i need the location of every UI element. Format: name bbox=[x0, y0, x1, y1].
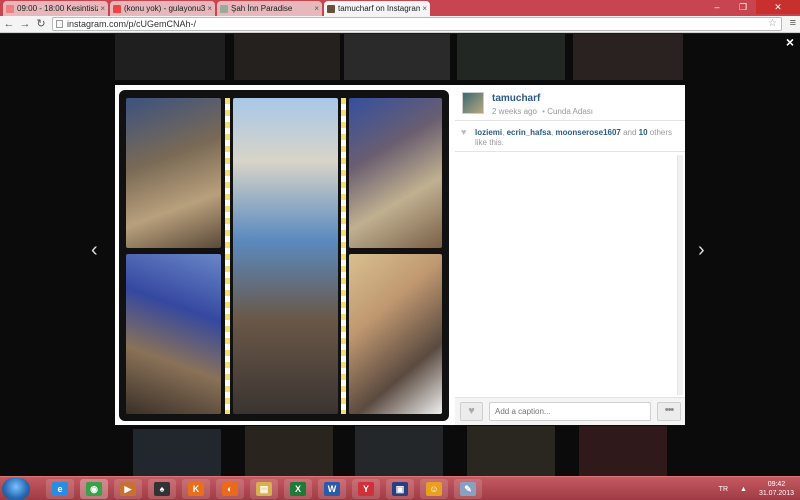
tab-favicon bbox=[6, 4, 14, 13]
paint-icon: ✎ bbox=[460, 482, 476, 496]
minimize-button[interactable]: – bbox=[704, 0, 730, 14]
back-button[interactable]: ← bbox=[2, 17, 16, 31]
firefox-icon: ◐ bbox=[222, 482, 238, 496]
next-arrow-icon[interactable]: › bbox=[698, 239, 705, 262]
taskbar-app-word[interactable]: W bbox=[318, 479, 346, 499]
tab-close-icon[interactable]: × bbox=[207, 4, 212, 13]
heart-icon: ♥ bbox=[461, 127, 467, 137]
more-options-button[interactable]: ••• bbox=[657, 402, 681, 421]
folder-icon: ▤ bbox=[256, 482, 272, 496]
reload-button[interactable]: ↻ bbox=[34, 17, 48, 31]
collage-panel bbox=[126, 254, 221, 414]
taskbar-app-ulead[interactable]: ▣ bbox=[386, 479, 414, 499]
tab-label: 09:00 - 18:00 Kesintisiz Mi... bbox=[17, 4, 99, 13]
clock-date: 31.07.2013 bbox=[758, 490, 794, 497]
likes-others-count[interactable]: 10 bbox=[639, 128, 648, 137]
windows-taskbar: e ◉ ▶ ♠ K ◐ ▤ X W Y ▣ ☺ ✎ TR ▲ 09:42 31.… bbox=[0, 476, 800, 500]
username-link[interactable]: tamucharf bbox=[492, 93, 540, 104]
excel-icon: X bbox=[290, 482, 306, 496]
close-icon[interactable]: × bbox=[786, 34, 794, 50]
comments-area bbox=[455, 152, 685, 397]
word-icon: W bbox=[324, 482, 340, 496]
tab-label: tamucharf on Instagram bbox=[338, 4, 421, 13]
prev-arrow-icon[interactable]: ‹ bbox=[91, 239, 98, 262]
maximize-button[interactable]: ❐ bbox=[730, 0, 756, 14]
like-button[interactable]: ♥ bbox=[460, 402, 483, 421]
clock[interactable]: 09:42 31.07.2013 bbox=[759, 480, 794, 498]
taskbar-app-media[interactable]: ▶ bbox=[114, 479, 142, 499]
post-location[interactable]: Cunda Adası bbox=[547, 107, 593, 116]
collage-panel bbox=[126, 98, 221, 248]
tab-label: Şah İnn Paradise bbox=[231, 4, 293, 13]
post-time[interactable]: 2 weeks ago bbox=[492, 107, 537, 116]
liker-link[interactable]: ecrin_hafsa bbox=[507, 128, 551, 137]
post-sidebar: tamucharf 2 weeks ago • Cunda Adası ♥ lo… bbox=[455, 85, 685, 425]
taskbar-app-firefox[interactable]: ◐ bbox=[216, 479, 244, 499]
post-actions: ♥ ••• bbox=[455, 397, 685, 425]
page-icon bbox=[56, 20, 63, 28]
tab-close-icon[interactable]: × bbox=[314, 4, 319, 13]
start-button[interactable] bbox=[2, 478, 30, 500]
k-app-icon: K bbox=[188, 482, 204, 496]
taskbar-app-excel[interactable]: X bbox=[284, 479, 312, 499]
system-tray: TR ▲ 09:42 31.07.2013 bbox=[719, 479, 794, 499]
tab-1[interactable]: (konu yok) - gulayonu30... × bbox=[110, 1, 215, 16]
photo-editor-icon: ▣ bbox=[392, 482, 408, 496]
chrome-menu-button[interactable]: ≡ bbox=[790, 17, 796, 29]
chrome-icon: ◉ bbox=[86, 482, 102, 496]
post-header: tamucharf 2 weeks ago • Cunda Adası bbox=[455, 85, 685, 121]
tab-strip: 09:00 - 18:00 Kesintisiz Mi... × (konu y… bbox=[0, 0, 800, 16]
browser-toolbar: ← → ↻ instagram.com/p/cUGemCNAh-/ ☆ ≡ bbox=[0, 16, 800, 33]
comments-scrollbar[interactable] bbox=[677, 155, 683, 395]
caption-input[interactable] bbox=[489, 402, 651, 421]
yandex-icon: Y bbox=[358, 482, 374, 496]
post-meta: 2 weeks ago • Cunda Adası bbox=[492, 107, 593, 116]
gmail-icon bbox=[113, 4, 121, 13]
likes-summary: ♥ loziemi, ecrin_hafsa, moonserose1607 a… bbox=[455, 122, 685, 152]
tab-close-icon[interactable]: × bbox=[100, 4, 105, 13]
collage-divider bbox=[341, 98, 346, 414]
tab-label: (konu yok) - gulayonu30... bbox=[124, 4, 206, 13]
liker-link[interactable]: loziemi bbox=[475, 128, 502, 137]
avatar[interactable] bbox=[462, 92, 484, 114]
tray-expand-icon[interactable]: ▲ bbox=[740, 486, 747, 493]
taskbar-app-yandex[interactable]: Y bbox=[352, 479, 380, 499]
location-pin-icon: • bbox=[542, 107, 545, 116]
collage-divider bbox=[225, 98, 230, 414]
taskbar-app-k[interactable]: K bbox=[182, 479, 210, 499]
liker-link[interactable]: moonserose1607 bbox=[556, 128, 621, 137]
taskbar-app-chrome[interactable]: ◉ bbox=[80, 479, 108, 499]
url-text: instagram.com/p/cUGemCNAh-/ bbox=[67, 19, 197, 29]
likes-and-text: and bbox=[620, 128, 639, 137]
close-window-button[interactable]: ✕ bbox=[756, 0, 800, 14]
taskbar-app-messenger[interactable]: ☺ bbox=[420, 479, 448, 499]
messenger-icon: ☺ bbox=[426, 482, 442, 496]
game-icon: ♠ bbox=[154, 482, 170, 496]
tab-3-active[interactable]: tamucharf on Instagram × bbox=[324, 1, 430, 16]
taskbar-app-ie[interactable]: e bbox=[46, 479, 74, 499]
tab-favicon bbox=[220, 4, 228, 13]
bookmark-star-icon[interactable]: ☆ bbox=[768, 18, 777, 30]
taskbar-app-explorer[interactable]: ▤ bbox=[250, 479, 278, 499]
collage-panel bbox=[349, 254, 442, 414]
media-player-icon: ▶ bbox=[120, 482, 136, 496]
collage-panel bbox=[233, 98, 338, 414]
tab-close-icon[interactable]: × bbox=[422, 4, 427, 13]
post-photo[interactable] bbox=[119, 90, 449, 421]
taskbar-app-paint[interactable]: ✎ bbox=[454, 479, 482, 499]
collage-panel bbox=[349, 98, 442, 248]
window-controls: – ❐ ✕ bbox=[704, 0, 800, 14]
clock-time: 09:42 bbox=[767, 481, 786, 488]
instagram-icon bbox=[327, 4, 335, 13]
taskbar-app-game[interactable]: ♠ bbox=[148, 479, 176, 499]
tab-0[interactable]: 09:00 - 18:00 Kesintisiz Mi... × bbox=[3, 1, 108, 16]
forward-button[interactable]: → bbox=[18, 17, 32, 31]
post-lightbox: tamucharf 2 weeks ago • Cunda Adası ♥ lo… bbox=[115, 85, 685, 425]
ie-icon: e bbox=[52, 482, 68, 496]
address-bar[interactable]: instagram.com/p/cUGemCNAh-/ ☆ bbox=[52, 17, 782, 31]
page-viewport: × ‹ › tamucharf 2 weeks ago • Cunda Adas… bbox=[0, 34, 800, 476]
tab-2[interactable]: Şah İnn Paradise × bbox=[217, 1, 322, 16]
language-indicator[interactable]: TR bbox=[719, 486, 728, 493]
